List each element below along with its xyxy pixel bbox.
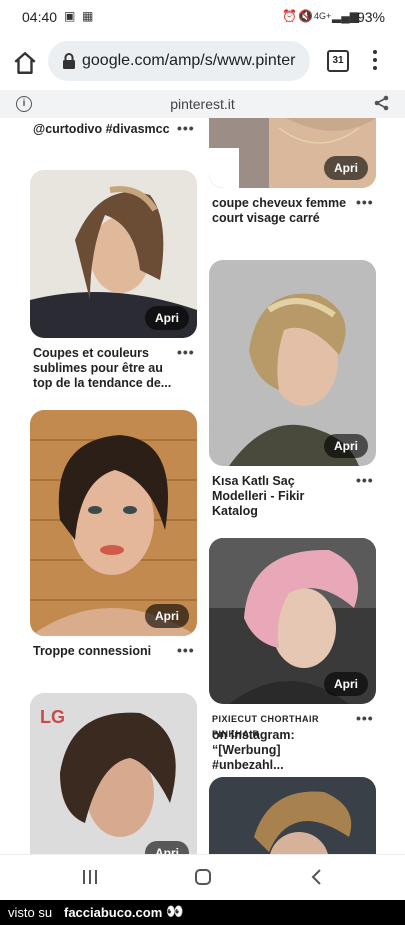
more-options-icon[interactable]: ••• (177, 120, 195, 136)
pin-grid: @curtodivo #divasmcc ••• Apri coupe chev… (0, 118, 405, 854)
open-button[interactable]: Apri (145, 604, 189, 628)
pin-image[interactable] (209, 777, 376, 854)
pin-caption[interactable]: Kısa Katlı Saç Modelleri - Fikir Katalog (212, 474, 352, 519)
pin-caption[interactable]: Coupes et couleurs sublimes pour être au… (33, 346, 173, 391)
wavy-bob-photo: LG (30, 693, 197, 854)
status-bar: 04:40 ▣ ▦ ⏰ 🔇 4G+ ▂▄▆ 93% (0, 0, 405, 34)
signal-icon: ▂▄▆ (332, 9, 359, 23)
pin-image[interactable]: Apri (30, 410, 197, 636)
home-nav-icon[interactable] (194, 868, 212, 886)
short-bob-photo (30, 410, 197, 636)
network-type: 4G+ (314, 11, 332, 21)
amp-domain: pinterest.it (170, 96, 235, 112)
pin-image[interactable]: LG Apri (30, 693, 197, 854)
open-button[interactable]: Apri (324, 672, 368, 696)
svg-text:LG: LG (40, 707, 65, 727)
pin-caption[interactable]: @curtodivo #divasmcc (33, 122, 173, 137)
more-options-icon[interactable]: ••• (356, 472, 374, 488)
pin-image[interactable]: Apri (30, 170, 197, 338)
pin-image[interactable]: Apri (209, 260, 376, 466)
watermark-site: facciabuco.com (64, 905, 163, 920)
pin-caption[interactable]: Troppe connessioni (33, 644, 173, 659)
app-icon: ▦ (82, 9, 94, 23)
open-button[interactable]: Apri (145, 306, 189, 330)
battery-level: 93% (356, 9, 385, 25)
open-button[interactable]: Apri (324, 156, 368, 180)
watermark-bar: visto su facciabuco.com 👀 (0, 900, 405, 925)
browser-toolbar: google.com/amp/s/www.pinter 31 (0, 34, 405, 90)
home-icon[interactable] (12, 50, 38, 76)
undercut-photo (209, 777, 376, 854)
more-options-icon[interactable]: ••• (177, 344, 195, 360)
more-options-icon[interactable]: ••• (356, 710, 374, 726)
back-icon[interactable] (309, 868, 323, 886)
alarm-icon: ⏰ (282, 9, 297, 23)
more-menu-icon[interactable] (372, 50, 378, 72)
amp-header: i pinterest.it (0, 90, 405, 119)
gallery-icon: ▣ (64, 9, 76, 23)
eyes-icon: 👀 (166, 903, 184, 919)
pin-image[interactable]: Apri (209, 538, 376, 704)
share-icon[interactable] (374, 95, 390, 111)
url-text: google.com/amp/s/www.pinter (82, 52, 296, 69)
more-options-icon[interactable]: ••• (177, 642, 195, 658)
pin-caption[interactable]: on Instagram: “[Werbung] #unbezahl... (212, 728, 352, 773)
watermark-prefix: visto su (8, 905, 53, 920)
open-button[interactable]: Apri (145, 841, 189, 854)
tab-switcher-button[interactable]: 31 (327, 50, 349, 72)
open-button[interactable]: Apri (324, 434, 368, 458)
lock-icon (63, 53, 75, 69)
recent-apps-icon[interactable] (81, 869, 99, 885)
system-nav-bar (0, 854, 405, 901)
address-bar[interactable]: google.com/amp/s/www.pinter (48, 41, 310, 81)
clock: 04:40 (22, 9, 58, 25)
more-options-icon[interactable]: ••• (356, 194, 374, 210)
pin-image[interactable]: Apri (209, 118, 376, 188)
mute-icon: 🔇 (298, 9, 313, 23)
pin-caption[interactable]: coupe cheveux femme court visage carré (212, 196, 352, 226)
